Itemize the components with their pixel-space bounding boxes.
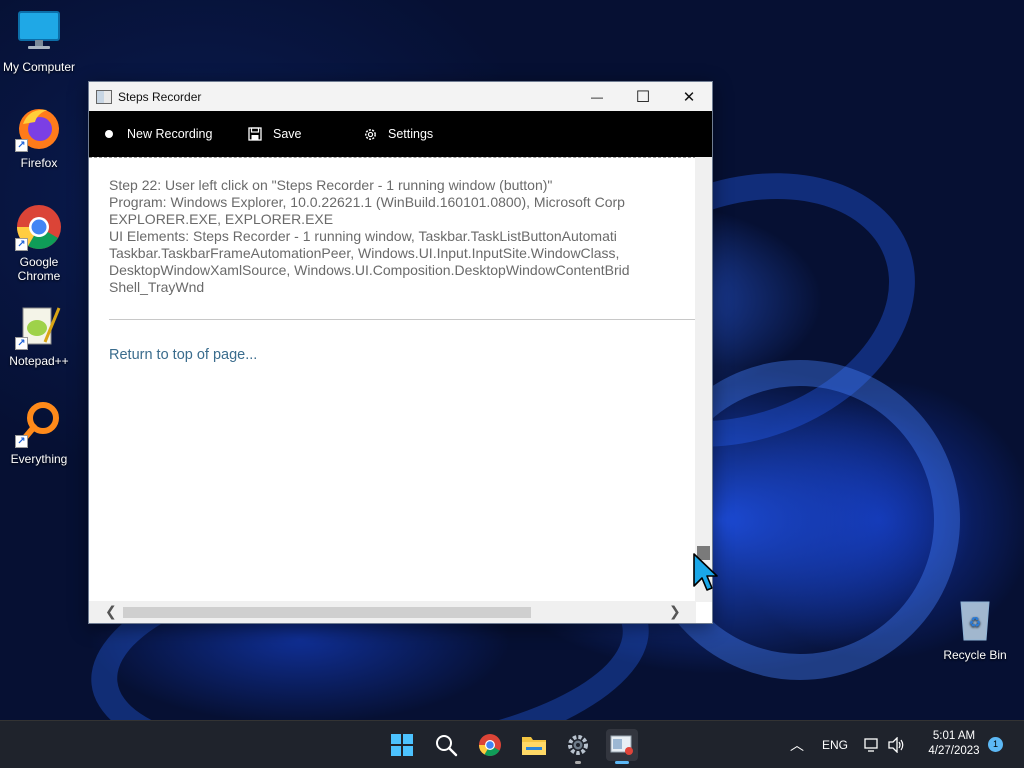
shortcut-arrow-icon: ↗ <box>15 337 28 350</box>
desktop-icon-label: My Computer <box>2 60 76 74</box>
taskbar-clock[interactable]: 5:01 AM 4/27/2023 <box>918 729 990 759</box>
maximize-button[interactable]: ☐ <box>620 82 666 111</box>
steps-recorder-app-icon <box>96 89 112 104</box>
firefox-icon: ↗ <box>15 104 63 152</box>
language-indicator[interactable]: ENG <box>822 721 848 768</box>
return-to-top-link[interactable]: Return to top of page... <box>109 347 257 363</box>
close-button[interactable]: ✕ <box>666 82 712 111</box>
horizontal-scroll-thumb[interactable] <box>123 607 531 618</box>
active-app-indicator <box>615 761 629 764</box>
desktop-icon-label: Google Chrome <box>17 255 61 283</box>
steps-recorder-window: Steps Recorder — ☐ ✕ New Recording Save … <box>88 81 713 624</box>
desktop-icon-chrome[interactable]: ↗ Google Chrome <box>0 203 78 283</box>
new-recording-button[interactable]: New Recording <box>101 127 247 141</box>
taskbar-chrome[interactable] <box>474 729 506 761</box>
new-recording-label: New Recording <box>127 127 213 141</box>
settings-label: Settings <box>388 127 434 141</box>
shortcut-arrow-icon: ↗ <box>15 435 28 448</box>
chrome-icon: ↗ <box>15 203 63 251</box>
desktop-icon-notepadpp[interactable]: ↗ Notepad++ <box>0 302 78 368</box>
scroll-left-arrow-icon[interactable]: ❮ <box>105 603 117 620</box>
search-button[interactable] <box>430 729 462 761</box>
scroll-right-arrow-icon[interactable]: ❯ <box>669 603 681 620</box>
desktop-icon-label: Firefox <box>20 156 58 170</box>
step-line: Shell_TrayWnd <box>109 279 205 295</box>
horizontal-scrollbar[interactable]: ❮ ❯ <box>89 601 696 623</box>
desktop-icon-everything[interactable]: ↗ Everything <box>0 400 78 466</box>
gear-icon <box>362 127 378 142</box>
window-toolbar: New Recording Save Settings <box>89 111 712 157</box>
maximize-icon: ☐ <box>635 88 651 106</box>
save-label: Save <box>273 127 302 141</box>
minimize-icon: — <box>591 89 603 104</box>
steps-recorder-app-icon <box>610 735 633 755</box>
desktop-icon-label: Notepad++ <box>9 354 69 368</box>
minimize-button[interactable]: — <box>574 82 620 111</box>
step-22-details: Step 22: User left click on "Steps Recor… <box>109 177 630 296</box>
desktop-icon-recycle-bin[interactable]: ♻ Recycle Bin <box>936 596 1014 662</box>
step-line: Taskbar.TaskbarFrameAutomationPeer, Wind… <box>109 245 620 261</box>
taskbar: ︿ ENG 5:01 AM 4/27/2023 <box>0 720 1024 768</box>
search-icon <box>436 735 458 757</box>
clipped-text-edge <box>89 157 696 160</box>
desktop-icon-firefox[interactable]: ↗ Firefox <box>0 104 78 170</box>
window-titlebar[interactable]: Steps Recorder — ☐ ✕ <box>89 82 712 111</box>
taskbar-settings[interactable] <box>562 729 594 764</box>
taskbar-steps-recorder[interactable] <box>606 729 638 764</box>
clock-time: 5:01 AM <box>932 730 976 742</box>
close-icon: ✕ <box>682 88 696 106</box>
chevron-up-icon: ︿ <box>790 737 804 753</box>
shortcut-arrow-icon: ↗ <box>15 238 28 251</box>
windows-logo-icon <box>391 734 413 756</box>
save-button[interactable]: Save <box>247 127 362 141</box>
desktop-icon-label: Everything <box>10 452 68 466</box>
chrome-icon <box>479 734 501 756</box>
monitor-icon <box>15 8 63 56</box>
notification-badge[interactable]: 1 <box>988 737 1003 752</box>
clock-date: 4/27/2023 <box>928 745 980 757</box>
network-icon[interactable] <box>864 721 880 768</box>
record-dot-icon <box>101 130 117 138</box>
mouse-cursor-icon <box>692 552 718 592</box>
recycle-bin-icon: ♻ <box>951 596 999 644</box>
step-line: DesktopWindowXamlSource, Windows.UI.Comp… <box>109 262 630 278</box>
language-label: ENG <box>822 738 849 752</box>
step-line: EXPLORER.EXE, EXPLORER.EXE <box>109 211 334 227</box>
step-line: Step 22: User left click on "Steps Recor… <box>109 177 553 193</box>
step-line: UI Elements: Steps Recorder - 1 running … <box>109 228 617 244</box>
vertical-scrollbar[interactable] <box>695 157 712 602</box>
settings-button[interactable]: Settings <box>362 127 433 142</box>
shortcut-arrow-icon: ↗ <box>15 139 28 152</box>
show-hidden-icons-button[interactable]: ︿ <box>790 721 804 768</box>
running-indicator <box>575 761 581 764</box>
svg-text:♻: ♻ <box>969 615 982 631</box>
save-icon <box>247 127 263 141</box>
notepadpp-icon: ↗ <box>15 302 63 350</box>
magnifier-icon: ↗ <box>15 400 63 448</box>
step-line: Program: Windows Explorer, 10.0.22621.1 … <box>109 194 625 210</box>
folder-icon <box>522 737 546 755</box>
desktop-icon-my-computer[interactable]: My Computer <box>0 8 78 74</box>
section-divider <box>109 319 696 320</box>
gear-icon <box>568 735 588 755</box>
start-button[interactable] <box>386 729 418 761</box>
window-title: Steps Recorder <box>118 89 202 104</box>
volume-icon[interactable] <box>888 721 906 768</box>
recording-content: Step 22: User left click on "Steps Recor… <box>89 157 696 602</box>
taskbar-file-explorer[interactable] <box>518 729 550 761</box>
desktop-icon-label: Recycle Bin <box>943 648 1007 662</box>
